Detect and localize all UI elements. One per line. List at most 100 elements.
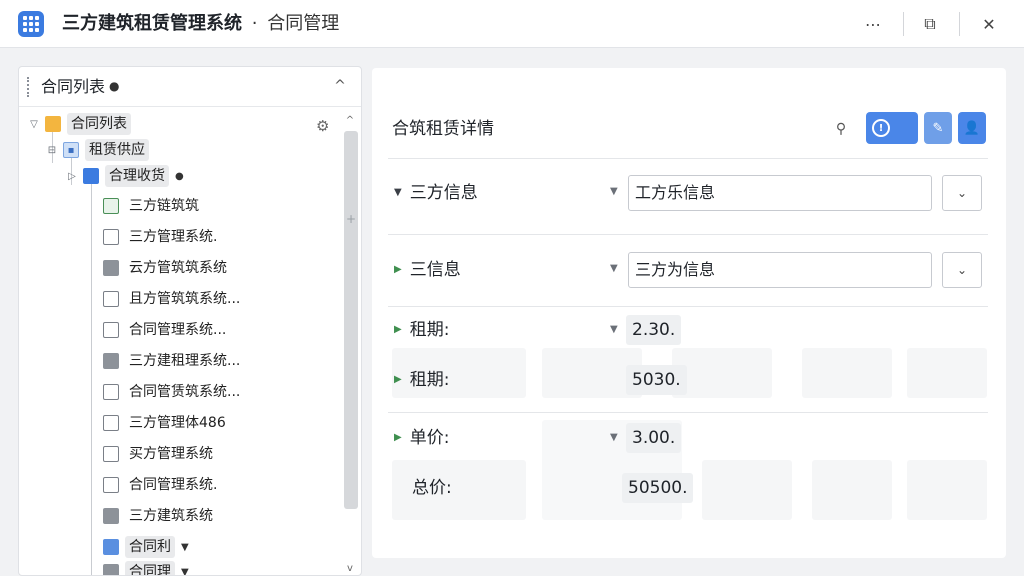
scroll-down-icon[interactable]: v (343, 561, 357, 575)
user-button[interactable]: 👤 (958, 112, 986, 144)
tree-item-label: 三方链筑筑 (129, 198, 199, 214)
contract-list-panel: 合同列表 ● ^ ▽ 合同列表 ⊟ ▪ 租赁供应 ▷ 合理收货 ● 三方链筑筑 (18, 66, 362, 576)
party-info-dropdown-button[interactable]: ⌄ (942, 175, 982, 211)
shield-icon (103, 415, 119, 431)
total-price-label: 总价: (412, 478, 452, 498)
chevron-down-icon: ⌄ (956, 186, 968, 200)
scrollbar-thumb[interactable] (344, 131, 358, 509)
info-dropdown-button[interactable]: ⌄ (942, 252, 982, 288)
more-options-button[interactable]: ⋯ (858, 9, 888, 39)
scroll-up-icon[interactable]: ^ (343, 113, 357, 127)
tree-scrollbar[interactable]: ^ v (343, 109, 358, 575)
expand-toggle[interactable]: ⊟ (45, 145, 59, 156)
tree-item[interactable]: 三方链筑筑 (103, 193, 203, 219)
edit-button[interactable]: ✎ (924, 112, 952, 144)
shield-icon (103, 477, 119, 493)
tree-item-label: 三方管理系统. (129, 229, 218, 245)
window-title: 三方建筑租赁管理系统 · 合同管理 (62, 12, 339, 36)
eraser-icon: ✎ (932, 120, 944, 136)
party-info-field[interactable]: 工方乐信息 (628, 175, 932, 211)
folder-icon (45, 116, 61, 132)
alert-icon: ! (872, 119, 890, 137)
info-dot-icon: ● (109, 79, 120, 93)
term-label: ▶ 租期: (394, 320, 450, 340)
divider (388, 158, 988, 159)
tree-item-label: 合理收货 (105, 165, 169, 187)
tree-item[interactable]: 三方建租理系统... (103, 348, 244, 374)
more-icon: ⋯ (865, 14, 881, 34)
expand-toggle[interactable]: ▽ (27, 119, 41, 130)
tree-item[interactable]: 云方管筑筑系统 (103, 255, 231, 281)
tree-item-label: 买方管理系统 (129, 446, 213, 462)
placeholder-block (812, 460, 892, 520)
collapse-panel-button[interactable]: ^ (329, 75, 351, 97)
blue-folder-icon (83, 168, 99, 184)
info-label: ▶ 三信息 (394, 260, 461, 280)
unit-price-value[interactable]: 3.00. (626, 423, 682, 453)
info-dot-icon: ● (175, 170, 184, 182)
detail-title: 合筑租赁详情 (392, 119, 494, 139)
tree-item-label: 合同管理系统... (129, 322, 227, 338)
chevron-down-icon: ⌄ (956, 263, 968, 277)
term-value[interactable]: 5030. (626, 365, 687, 395)
dropdown-icon[interactable]: ▼ (181, 567, 189, 576)
tree-item[interactable]: 合同利 ▼ (103, 534, 189, 560)
placeholder-block (907, 348, 987, 398)
tree-item-label: 合同管赁筑系统... (129, 384, 241, 400)
drag-handle-icon[interactable] (27, 77, 29, 97)
doc-icon (103, 564, 119, 575)
divider (388, 234, 988, 235)
dropdown-indicator-icon: ▼ (610, 432, 618, 443)
gear-icon[interactable]: ⚙ (316, 117, 329, 135)
shield-icon (103, 322, 119, 338)
tree-guide-line (91, 181, 92, 575)
tree-item[interactable]: 买方管理系统 (103, 441, 217, 467)
doc-icon (103, 260, 119, 276)
title-bar: 三方建筑租赁管理系统 · 合同管理 ⋯ ⧉ ✕ (0, 0, 1024, 48)
panel-header: 合同列表 ● ^ (19, 67, 361, 107)
person-icon: ▪ (63, 142, 79, 158)
tree-item[interactable]: 合同管理系统. (103, 472, 221, 498)
total-price-value[interactable]: 50500. (622, 473, 694, 503)
tree-item-label: 且方管筑筑系统... (129, 291, 241, 307)
restore-button[interactable]: ⧉ (915, 9, 945, 39)
splitter-handle-icon[interactable]: + (346, 212, 356, 226)
pin-icon[interactable]: ⚲ (830, 118, 852, 140)
placeholder-block (907, 460, 987, 520)
tree-item[interactable]: 三方管理体486 (103, 410, 230, 436)
unit-price-label: ▶ 单价: (394, 428, 450, 448)
tree-item-label: 租赁供应 (85, 139, 149, 161)
restore-icon: ⧉ (924, 14, 936, 33)
doc-icon (103, 353, 119, 369)
party-info-label: ▼ 三方信息 (394, 183, 478, 203)
dropdown-icon[interactable]: ▼ (181, 542, 189, 553)
tree-item-receipt[interactable]: ▷ 合理收货 ● (65, 163, 184, 189)
tree-item[interactable]: 三方管理系统. (103, 224, 221, 250)
tree-item[interactable]: 合同理 ▼ (103, 559, 189, 576)
expand-toggle[interactable]: ▷ (65, 171, 79, 182)
tree-item[interactable]: 三方建筑系统 (103, 503, 217, 529)
tree-item-label: 三方建筑系统 (129, 508, 213, 524)
dropdown-indicator-icon: ▼ (610, 186, 618, 197)
tree-item-label: 三方管理体486 (129, 415, 226, 431)
tree-item[interactable]: 且方管筑筑系统... (103, 286, 244, 312)
tree-item-root[interactable]: ▽ 合同列表 (27, 111, 131, 137)
tree-item[interactable]: 合同管理系统... (103, 317, 230, 343)
tree-item[interactable]: 合同管赁筑系统... (103, 379, 244, 405)
term-value[interactable]: 2.30. (626, 315, 682, 345)
info-field[interactable]: 三方为信息 (628, 252, 932, 288)
green-doc-icon (103, 198, 119, 214)
close-icon: ✕ (982, 14, 996, 34)
shield-icon (103, 229, 119, 245)
contract-detail-panel: 合筑租赁详情 ⚲ ! ✎ 👤 ▼ 三方信息 ▼ 工方乐信息 ⌄ ▶ 三信息 ▼ 三方… (372, 68, 1006, 558)
app-name: 三方建筑租赁管理系统 (62, 13, 242, 34)
divider (388, 306, 988, 307)
tree-item-label: 合同列表 (67, 113, 131, 135)
divider (388, 412, 988, 413)
doc-icon (103, 508, 119, 524)
tree-item-supplier[interactable]: ⊟ ▪ 租赁供应 (45, 137, 149, 163)
placeholder-block (802, 348, 892, 398)
tree-item-label: 合同管理系统. (129, 477, 218, 493)
status-toggle[interactable]: ! (866, 112, 918, 144)
close-button[interactable]: ✕ (974, 9, 1004, 39)
